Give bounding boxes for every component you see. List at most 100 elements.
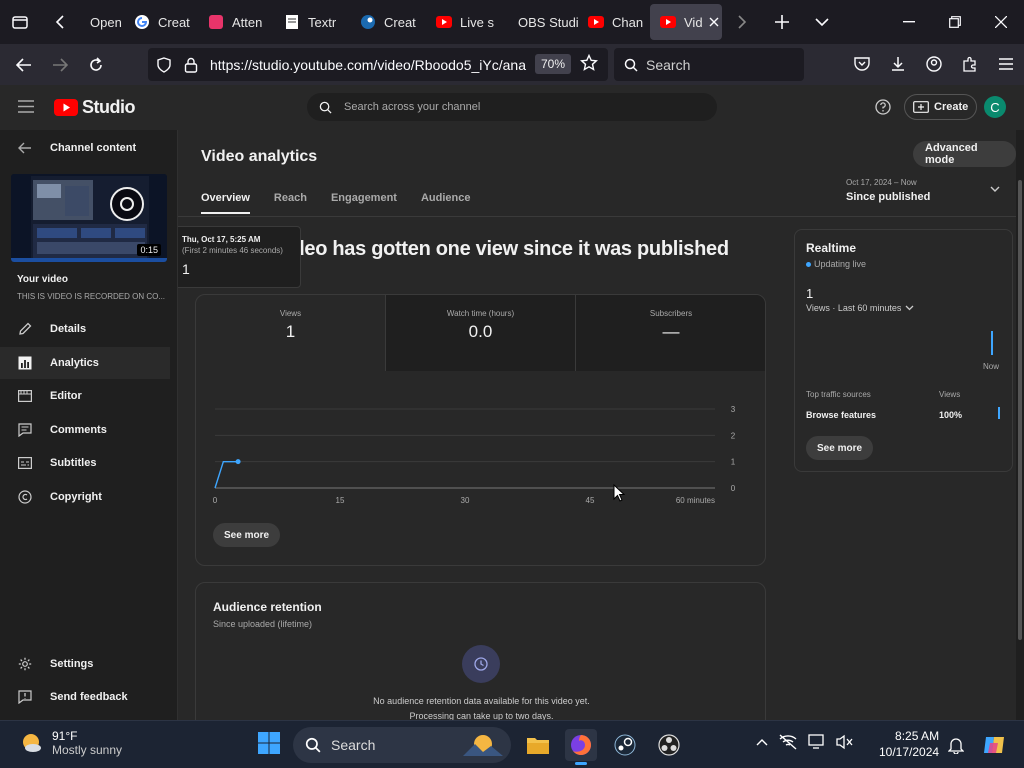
browser-tab-active[interactable]: Vid — [650, 4, 722, 40]
sidebar-item-details[interactable]: Details — [0, 313, 170, 345]
sidebar-item-send-feedback[interactable]: Send feedback — [0, 681, 170, 713]
chevron-down-icon[interactable] — [990, 186, 1000, 193]
firefox-view-button[interactable] — [0, 0, 40, 44]
tooltip-date: Thu, Oct 17, 5:25 AM — [182, 235, 261, 244]
menu-button[interactable] — [988, 46, 1024, 82]
download-icon — [892, 57, 904, 71]
sidebar-item-analytics[interactable]: Analytics — [0, 347, 170, 379]
browser-tab[interactable]: Textr — [274, 0, 350, 44]
metric-subscribers[interactable]: Subscribers — — [576, 295, 765, 371]
tray-volume-muted-icon[interactable] — [836, 734, 854, 750]
video-thumbnail[interactable]: 0:15 — [11, 174, 167, 262]
tooltip-subtitle: (First 2 minutes 46 seconds) — [182, 246, 283, 255]
see-more-button[interactable]: See more — [213, 523, 281, 547]
metric-label: Subscribers — [649, 309, 693, 318]
browser-tab-strip: Open Creat Atten Textr Creat Live s OBS … — [0, 0, 1024, 44]
browser-tab[interactable]: Chan — [578, 0, 650, 44]
restore-button[interactable] — [932, 0, 978, 44]
hamburger-icon — [999, 58, 1013, 70]
tab-engagement[interactable]: Engagement — [331, 192, 397, 214]
sidebar-item-editor[interactable]: Editor — [0, 380, 170, 412]
sidebar-item-subtitles[interactable]: Subtitles — [0, 447, 170, 479]
windows-logo-icon — [258, 732, 280, 754]
account-icon — [926, 56, 942, 72]
browser-tab[interactable]: Atten — [198, 0, 274, 44]
arrow-right-icon — [53, 57, 68, 72]
notification-bell-icon[interactable] — [948, 736, 964, 754]
y-tick-label: 2 — [731, 431, 736, 440]
reload-button[interactable] — [78, 47, 114, 83]
taskbar-clock[interactable]: 8:25 AM 10/17/2024 — [879, 728, 939, 760]
new-tab-button[interactable] — [762, 0, 802, 44]
url-bar[interactable]: https://studio.youtube.com/video/Rboodo5… — [148, 48, 608, 81]
account-button[interactable] — [916, 46, 952, 82]
taskbar-firefox[interactable] — [565, 729, 597, 765]
traffic-views-header: Views — [939, 390, 961, 399]
pocket-button[interactable] — [844, 46, 880, 82]
metric-views[interactable]: Views 1 — [196, 295, 386, 371]
zoom-indicator[interactable]: 70% — [535, 54, 572, 74]
browser-search-input[interactable]: Search — [614, 48, 804, 81]
taskbar-search[interactable]: Search — [293, 727, 511, 763]
scrollbar-thumb[interactable] — [1018, 180, 1022, 640]
realtime-see-more-button[interactable]: See more — [806, 436, 874, 460]
search-icon — [624, 58, 638, 72]
realtime-metric-dropdown[interactable]: Views · Last 60 minutes — [806, 303, 914, 313]
start-button[interactable] — [257, 731, 281, 755]
tray-network-icon[interactable] — [778, 733, 798, 751]
arrow-left-icon — [18, 142, 31, 154]
minimize-icon — [903, 21, 915, 23]
close-window-button[interactable] — [978, 0, 1024, 44]
realtime-bar[interactable] — [991, 331, 993, 355]
lock-icon[interactable] — [184, 57, 198, 73]
tab-audience[interactable]: Audience — [421, 192, 471, 214]
url-text[interactable]: https://studio.youtube.com/video/Rboodo5… — [210, 57, 530, 73]
sidebar-item-copyright[interactable]: Copyright — [0, 481, 170, 513]
page-scrollbar[interactable] — [1016, 130, 1024, 720]
advanced-mode-button[interactable]: Advanced mode — [913, 141, 1016, 167]
browser-tab[interactable]: Live s — [426, 0, 502, 44]
create-button[interactable]: Create — [904, 94, 978, 120]
tray-chevron-up-icon[interactable] — [756, 738, 768, 746]
gear-icon — [18, 657, 32, 671]
taskbar-steam[interactable] — [609, 729, 641, 761]
shield-icon[interactable] — [156, 56, 172, 73]
tab-scroll-left-button[interactable] — [40, 0, 80, 44]
downloads-button[interactable] — [880, 46, 916, 82]
tab-scroll-right-button[interactable] — [722, 0, 762, 44]
extensions-button[interactable] — [952, 46, 988, 82]
taskbar-obs[interactable] — [653, 729, 685, 761]
restore-icon — [949, 16, 961, 28]
help-button[interactable] — [875, 99, 891, 115]
date-range-picker[interactable]: Oct 17, 2024 – Now Since published — [846, 178, 930, 203]
metric-watch-time[interactable]: Watch time (hours) 0.0 — [386, 295, 576, 371]
channel-search-input[interactable]: Search across your channel — [307, 93, 717, 121]
avatar[interactable]: C — [984, 96, 1006, 118]
browser-tab[interactable]: OBS Studi — [502, 0, 578, 44]
forward-button[interactable] — [42, 47, 78, 83]
browser-tab[interactable]: Creat — [350, 0, 426, 44]
tab-reach[interactable]: Reach — [274, 192, 307, 214]
youtube-logo-icon — [54, 99, 78, 116]
browser-tab[interactable]: Open — [80, 0, 124, 44]
tab-overview[interactable]: Overview — [201, 192, 250, 214]
realtime-card: Realtime Updating live 1 Views · Last 60… — [794, 229, 1013, 472]
list-all-tabs-button[interactable] — [802, 0, 842, 44]
channel-content-back-link[interactable]: Channel content — [18, 142, 136, 154]
data-point — [235, 459, 241, 465]
sidebar-item-settings[interactable]: Settings — [0, 648, 170, 680]
views-line-chart[interactable]: 3 2 1 0 0 15 30 45 60 minutes — [196, 371, 766, 511]
close-tab-icon[interactable] — [709, 17, 719, 27]
taskbar-file-explorer[interactable] — [522, 729, 554, 761]
hamburger-menu-button[interactable] — [18, 100, 34, 113]
copilot-icon[interactable] — [982, 733, 1006, 757]
tray-display-icon[interactable] — [808, 734, 826, 750]
bookmark-star-icon[interactable] — [580, 54, 598, 72]
browser-tab[interactable]: Creat — [124, 0, 198, 44]
minimize-button[interactable] — [886, 0, 932, 44]
back-button[interactable] — [6, 47, 42, 83]
traffic-source-bar — [998, 407, 1000, 419]
studio-logo[interactable]: Studio — [54, 97, 136, 118]
weather-widget[interactable]: 91°F Mostly sunny — [18, 729, 122, 757]
sidebar-item-comments[interactable]: Comments — [0, 414, 170, 446]
